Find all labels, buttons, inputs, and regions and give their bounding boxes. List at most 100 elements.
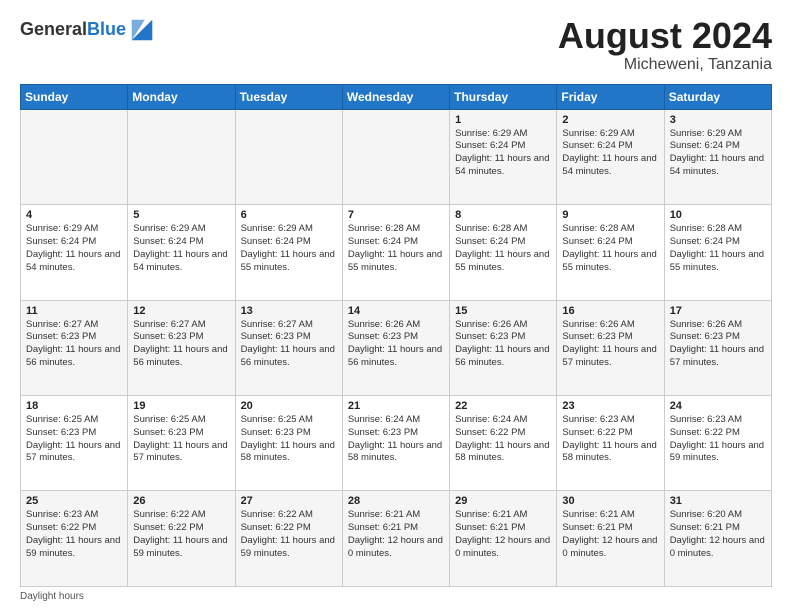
calendar-cell: 21 Sunrise: 6:24 AMSunset: 6:23 PMDayligh… (342, 396, 449, 491)
day-info: Sunrise: 6:20 AMSunset: 6:21 PMDaylight:… (670, 509, 766, 560)
day-number: 26 (133, 495, 229, 507)
day-number: 13 (241, 305, 337, 317)
calendar-cell: 25 Sunrise: 6:23 AMSunset: 6:22 PMDayligh… (21, 491, 128, 587)
day-info: Sunrise: 6:24 AMSunset: 6:23 PMDaylight:… (348, 414, 444, 465)
logo-general: GeneralBlue (20, 19, 126, 41)
day-number: 25 (26, 495, 122, 507)
day-info: Sunrise: 6:25 AMSunset: 6:23 PMDaylight:… (26, 414, 122, 465)
day-number: 22 (455, 400, 551, 412)
weekday-header-tuesday: Tuesday (235, 84, 342, 109)
title-block: August 2024 Micheweni, Tanzania (558, 16, 772, 74)
calendar-cell: 1Sunrise: 6:29 AMSunset: 6:24 PMDaylight… (450, 109, 557, 204)
day-number: 6 (241, 209, 337, 221)
day-info: Sunrise: 6:25 AMSunset: 6:23 PMDaylight:… (133, 414, 229, 465)
day-info: Sunrise: 6:22 AMSunset: 6:22 PMDaylight:… (133, 509, 229, 560)
day-number: 28 (348, 495, 444, 507)
day-number: 18 (26, 400, 122, 412)
day-number: 10 (670, 209, 766, 221)
calendar-cell: 23 Sunrise: 6:23 AMSunset: 6:22 PMDayligh… (557, 396, 664, 491)
week-row-1: 1Sunrise: 6:29 AMSunset: 6:24 PMDaylight… (21, 109, 772, 204)
calendar-cell: 4 Sunrise: 6:29 AMSunset: 6:24 PMDaylight… (21, 205, 128, 300)
day-number: 9 (562, 209, 658, 221)
day-info: Sunrise: 6:29 AMSunset: 6:24 PMDaylight:… (26, 223, 122, 274)
day-number: 16 (562, 305, 658, 317)
day-number: 30 (562, 495, 658, 507)
calendar-cell: 31 Sunrise: 6:20 AMSunset: 6:21 PMDayligh… (664, 491, 771, 587)
day-info: Sunrise: 6:21 AMSunset: 6:21 PMDaylight:… (348, 509, 444, 560)
day-number: 14 (348, 305, 444, 317)
day-info: Sunrise: 6:27 AMSunset: 6:23 PMDaylight:… (241, 319, 337, 370)
day-info: Sunrise: 6:21 AMSunset: 6:21 PMDaylight:… (455, 509, 551, 560)
calendar-cell: 9 Sunrise: 6:28 AMSunset: 6:24 PMDaylight… (557, 205, 664, 300)
month-year-title: August 2024 (558, 16, 772, 56)
day-number: 7 (348, 209, 444, 221)
calendar-cell: 11Sunrise: 6:27 AMSunset: 6:23 PMDayligh… (21, 300, 128, 395)
calendar-cell: 18 Sunrise: 6:25 AMSunset: 6:23 PMDayligh… (21, 396, 128, 491)
day-number: 31 (670, 495, 766, 507)
day-info: Sunrise: 6:26 AMSunset: 6:23 PMDaylight:… (562, 319, 658, 370)
calendar-cell: 19 Sunrise: 6:25 AMSunset: 6:23 PMDayligh… (128, 396, 235, 491)
day-info: Sunrise: 6:29 AMSunset: 6:24 PMDaylight:… (241, 223, 337, 274)
calendar-cell: 13 Sunrise: 6:27 AMSunset: 6:23 PMDayligh… (235, 300, 342, 395)
day-number: 21 (348, 400, 444, 412)
calendar-cell: 29Sunrise: 6:21 AMSunset: 6:21 PMDayligh… (450, 491, 557, 587)
footer-note: Daylight hours (20, 591, 772, 602)
day-number: 27 (241, 495, 337, 507)
calendar-cell: 17 Sunrise: 6:26 AMSunset: 6:23 PMDayligh… (664, 300, 771, 395)
calendar-cell: 20Sunrise: 6:25 AMSunset: 6:23 PMDayligh… (235, 396, 342, 491)
calendar-cell: 22Sunrise: 6:24 AMSunset: 6:22 PMDayligh… (450, 396, 557, 491)
weekday-header-monday: Monday (128, 84, 235, 109)
week-row-2: 4 Sunrise: 6:29 AMSunset: 6:24 PMDaylight… (21, 205, 772, 300)
calendar-cell: 7 Sunrise: 6:28 AMSunset: 6:24 PMDaylight… (342, 205, 449, 300)
day-info: Sunrise: 6:22 AMSunset: 6:22 PMDaylight:… (241, 509, 337, 560)
day-number: 3 (670, 114, 766, 126)
calendar-cell: 3Sunrise: 6:29 AMSunset: 6:24 PMDaylight… (664, 109, 771, 204)
day-number: 19 (133, 400, 229, 412)
day-info: Sunrise: 6:29 AMSunset: 6:24 PMDaylight:… (455, 128, 551, 179)
calendar-cell: 15 Sunrise: 6:26 AMSunset: 6:23 PMDayligh… (450, 300, 557, 395)
day-number: 12 (133, 305, 229, 317)
page: GeneralBlue August 2024 Micheweni, Tanza… (0, 0, 792, 612)
day-info: Sunrise: 6:28 AMSunset: 6:24 PMDaylight:… (348, 223, 444, 274)
day-info: Sunrise: 6:27 AMSunset: 6:23 PMDaylight:… (133, 319, 229, 370)
day-info: Sunrise: 6:28 AMSunset: 6:24 PMDaylight:… (670, 223, 766, 274)
day-info: Sunrise: 6:23 AMSunset: 6:22 PMDaylight:… (562, 414, 658, 465)
day-info: Sunrise: 6:28 AMSunset: 6:24 PMDaylight:… (562, 223, 658, 274)
calendar-cell: 6 Sunrise: 6:29 AMSunset: 6:24 PMDaylight… (235, 205, 342, 300)
day-info: Sunrise: 6:26 AMSunset: 6:23 PMDaylight:… (670, 319, 766, 370)
day-number: 17 (670, 305, 766, 317)
calendar-cell (235, 109, 342, 204)
day-info: Sunrise: 6:23 AMSunset: 6:22 PMDaylight:… (26, 509, 122, 560)
day-info: Sunrise: 6:28 AMSunset: 6:24 PMDaylight:… (455, 223, 551, 274)
weekday-header-sunday: Sunday (21, 84, 128, 109)
calendar-cell: 30 Sunrise: 6:21 AMSunset: 6:21 PMDayligh… (557, 491, 664, 587)
calendar-cell: 10 Sunrise: 6:28 AMSunset: 6:24 PMDayligh… (664, 205, 771, 300)
week-row-4: 18 Sunrise: 6:25 AMSunset: 6:23 PMDayligh… (21, 396, 772, 491)
calendar-cell: 2Sunrise: 6:29 AMSunset: 6:24 PMDaylight… (557, 109, 664, 204)
day-number: 2 (562, 114, 658, 126)
logo: GeneralBlue (20, 16, 156, 44)
logo-icon (128, 16, 156, 44)
day-info: Sunrise: 6:21 AMSunset: 6:21 PMDaylight:… (562, 509, 658, 560)
calendar-cell: 8Sunrise: 6:28 AMSunset: 6:24 PMDaylight… (450, 205, 557, 300)
calendar-cell: 27 Sunrise: 6:22 AMSunset: 6:22 PMDayligh… (235, 491, 342, 587)
day-info: Sunrise: 6:27 AMSunset: 6:23 PMDaylight:… (26, 319, 122, 370)
location-title: Micheweni, Tanzania (558, 56, 772, 74)
weekday-header-saturday: Saturday (664, 84, 771, 109)
day-number: 24 (670, 400, 766, 412)
calendar-table: SundayMondayTuesdayWednesdayThursdayFrid… (20, 84, 772, 587)
day-number: 4 (26, 209, 122, 221)
day-info: Sunrise: 6:26 AMSunset: 6:23 PMDaylight:… (348, 319, 444, 370)
calendar-cell: 16 Sunrise: 6:26 AMSunset: 6:23 PMDayligh… (557, 300, 664, 395)
day-info: Sunrise: 6:26 AMSunset: 6:23 PMDaylight:… (455, 319, 551, 370)
calendar-cell: 24Sunrise: 6:23 AMSunset: 6:22 PMDayligh… (664, 396, 771, 491)
day-number: 23 (562, 400, 658, 412)
weekday-header-thursday: Thursday (450, 84, 557, 109)
calendar-cell (128, 109, 235, 204)
day-number: 15 (455, 305, 551, 317)
weekday-header-friday: Friday (557, 84, 664, 109)
week-row-5: 25 Sunrise: 6:23 AMSunset: 6:22 PMDayligh… (21, 491, 772, 587)
header: GeneralBlue August 2024 Micheweni, Tanza… (20, 16, 772, 74)
calendar-cell: 28 Sunrise: 6:21 AMSunset: 6:21 PMDayligh… (342, 491, 449, 587)
weekday-row: SundayMondayTuesdayWednesdayThursdayFrid… (21, 84, 772, 109)
